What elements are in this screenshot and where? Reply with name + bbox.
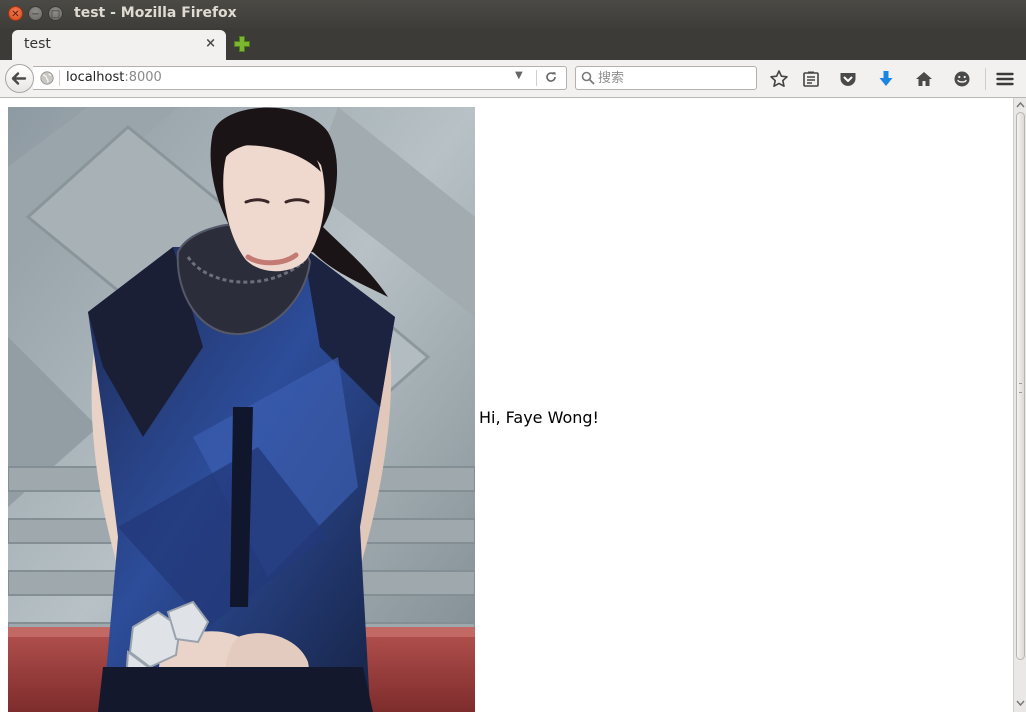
page-content: Hi, Faye Wong!: [0, 98, 1013, 712]
toolbar-separator: [985, 68, 986, 90]
greeting-text: Hi, Faye Wong!: [479, 408, 599, 427]
scroll-down-arrow-icon[interactable]: [1016, 698, 1025, 708]
star-icon[interactable]: [769, 69, 789, 89]
window-titlebar: ✕ − □ test - Mozilla Firefox: [0, 0, 1026, 28]
window-close-button[interactable]: ✕: [8, 6, 23, 21]
globe-icon: [40, 71, 54, 85]
home-icon[interactable]: [914, 69, 934, 89]
tab-close-icon[interactable]: ×: [205, 36, 216, 51]
download-icon[interactable]: [876, 69, 896, 89]
scrollbar-grip: [1019, 383, 1022, 393]
search-icon: [581, 71, 595, 85]
hello-icon[interactable]: [952, 69, 972, 89]
window-minimize-button[interactable]: −: [28, 6, 43, 21]
back-button[interactable]: [5, 64, 34, 93]
scroll-up-arrow-icon[interactable]: [1016, 100, 1025, 110]
menu-icon[interactable]: [995, 69, 1015, 89]
scrollbar-thumb[interactable]: [1016, 112, 1025, 660]
tab-strip: test ×: [0, 28, 1026, 60]
pocket-icon[interactable]: [838, 69, 858, 89]
url-history-dropdown-icon[interactable]: ▼: [515, 70, 523, 81]
navigation-toolbar: localhost:8000 ▼: [0, 60, 1026, 98]
tab-label: test: [24, 36, 51, 52]
back-arrow-icon: [11, 72, 27, 85]
url-bar[interactable]: localhost:8000 ▼: [33, 66, 567, 90]
reading-list-icon[interactable]: [801, 69, 821, 89]
vertical-scrollbar[interactable]: [1013, 98, 1026, 712]
portrait-photo: [8, 107, 475, 712]
url-port: :8000: [124, 70, 162, 85]
url-text[interactable]: localhost:8000: [66, 70, 162, 85]
window-maximize-button[interactable]: □: [48, 6, 63, 21]
window-title: test - Mozilla Firefox: [74, 5, 237, 21]
search-bar[interactable]: [575, 66, 757, 90]
search-input[interactable]: [598, 69, 748, 87]
tab-test[interactable]: test ×: [12, 30, 226, 60]
url-separator: [59, 70, 60, 86]
url-separator-2: [536, 70, 537, 86]
new-tab-icon[interactable]: [233, 35, 251, 53]
url-host: localhost: [66, 70, 125, 85]
reload-icon[interactable]: [544, 70, 558, 84]
